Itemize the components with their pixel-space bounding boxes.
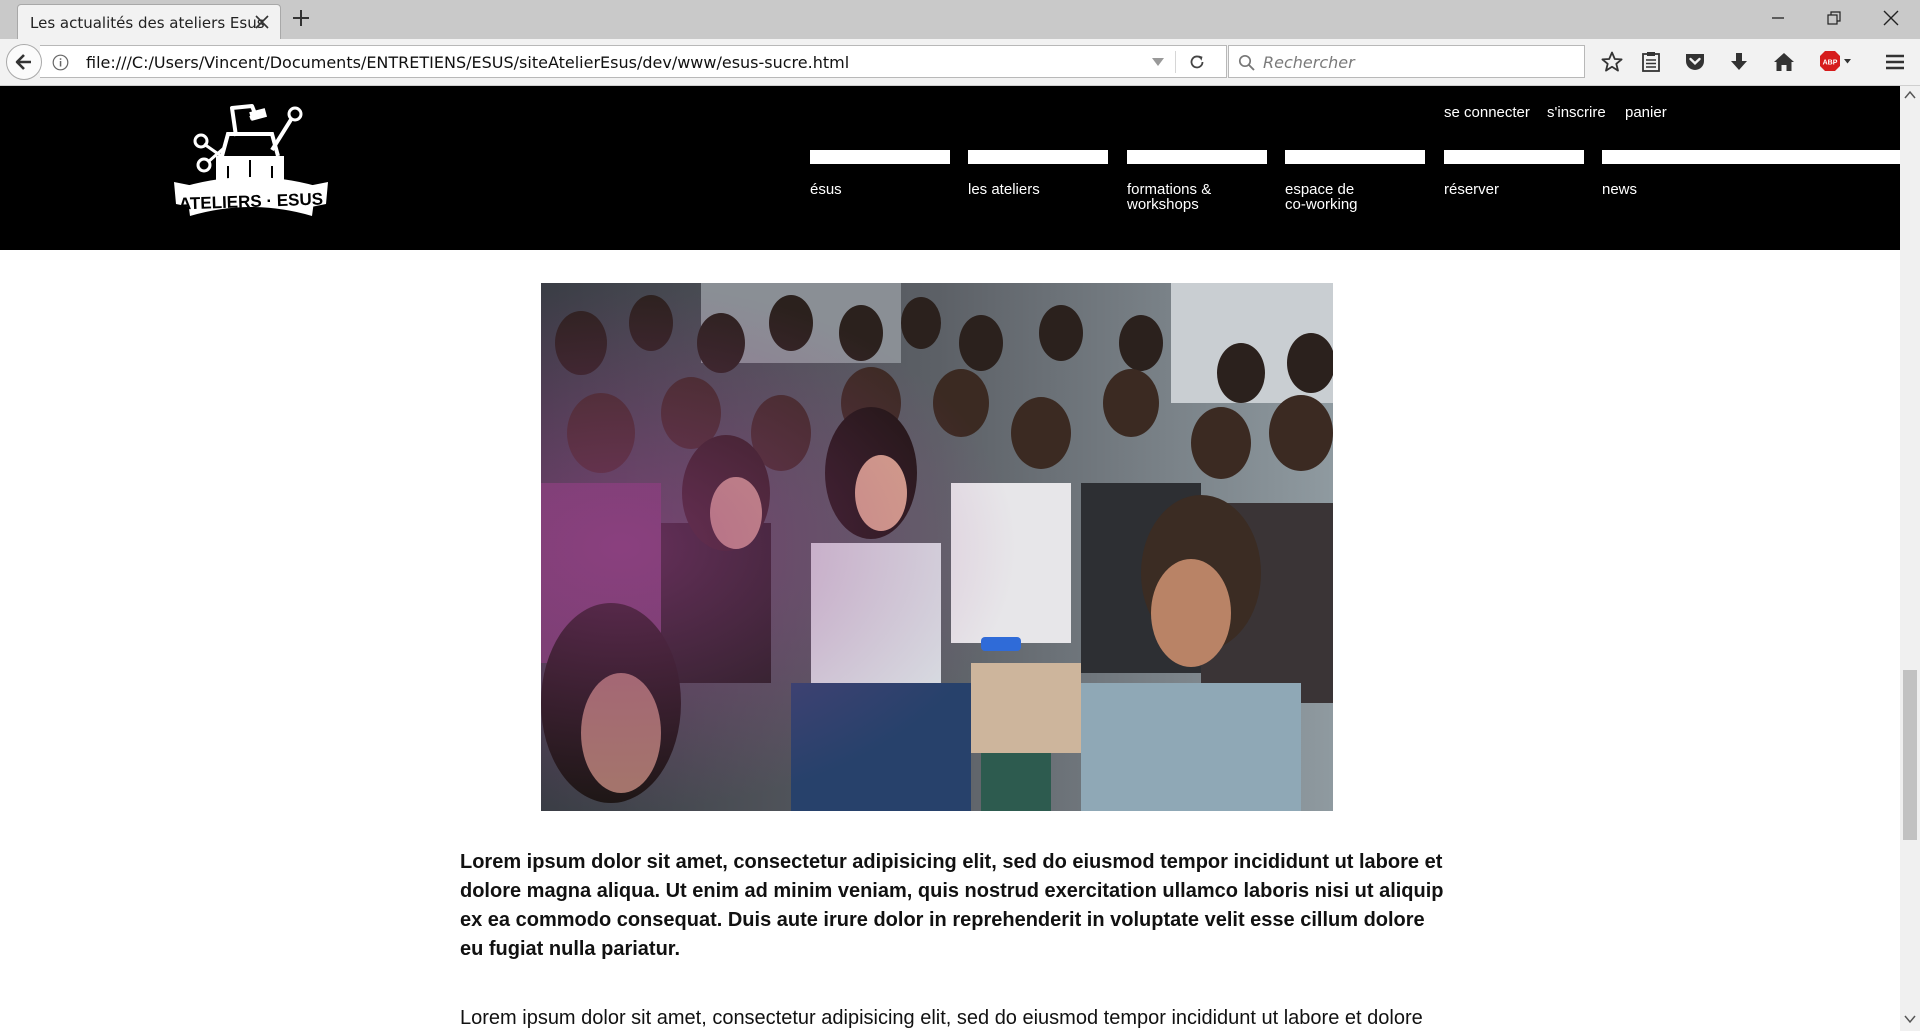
address-bar[interactable]: file:///C:/Users/Vincent/Documents/ENTRE… xyxy=(40,45,1227,78)
tab-title: Les actualités des ateliers Esus xyxy=(30,14,265,32)
nav-bar-block xyxy=(1444,150,1584,164)
url-divider xyxy=(1175,51,1176,73)
nav-bar-block xyxy=(1127,150,1267,164)
nav-item-news[interactable]: news xyxy=(1602,150,1900,230)
nav-item-esus[interactable]: ésus xyxy=(810,150,950,230)
nav-item-les-ateliers[interactable]: les ateliers xyxy=(968,150,1108,230)
login-link[interactable]: se connecter xyxy=(1444,104,1530,121)
nav-bar-block xyxy=(968,150,1108,164)
new-tab-plus-icon[interactable] xyxy=(292,9,310,27)
cart-link[interactable]: panier xyxy=(1625,104,1667,121)
nav-item-espace-coworking[interactable]: espace de co-working xyxy=(1285,150,1425,230)
bookmark-star-icon[interactable] xyxy=(1600,50,1624,74)
signup-link[interactable]: s'inscrire xyxy=(1547,104,1606,121)
nav-label: formations & workshops xyxy=(1127,181,1212,213)
adblock-icon[interactable]: ABP xyxy=(1818,50,1852,74)
home-icon[interactable] xyxy=(1772,50,1796,74)
page-scrollbar[interactable] xyxy=(1900,86,1920,1031)
nav-label: réserver xyxy=(1444,181,1500,198)
reload-icon[interactable] xyxy=(1188,53,1206,71)
nav-label: ésus xyxy=(810,181,842,198)
nav-bar-block xyxy=(1602,150,1900,164)
url-history-dropdown-icon[interactable] xyxy=(1152,58,1164,67)
scroll-up-arrow-icon[interactable] xyxy=(1904,90,1916,100)
scrollbar-thumb[interactable] xyxy=(1903,670,1917,840)
search-input[interactable]: Rechercher xyxy=(1228,45,1585,78)
url-text[interactable]: file:///C:/Users/Vincent/Documents/ENTRE… xyxy=(86,53,849,72)
nav-label: les ateliers xyxy=(968,181,1040,198)
minimize-window-icon[interactable] xyxy=(1767,8,1789,28)
page-viewport: ATELIERS · ESUS se connecter s'inscrire … xyxy=(0,86,1900,1031)
ateliers-esus-logo[interactable]: ATELIERS · ESUS xyxy=(172,104,330,229)
browser-tab[interactable]: Les actualités des ateliers Esus xyxy=(17,4,281,39)
nav-label: news xyxy=(1602,181,1638,198)
close-window-icon[interactable] xyxy=(1880,8,1902,28)
info-icon[interactable] xyxy=(52,54,69,71)
menu-icon[interactable] xyxy=(1883,50,1907,74)
close-tab-icon[interactable] xyxy=(254,14,270,30)
nav-item-formations-workshops[interactable]: formations & workshops xyxy=(1127,150,1267,230)
reading-list-icon[interactable] xyxy=(1639,50,1663,74)
restore-window-icon[interactable] xyxy=(1823,8,1845,28)
nav-bar-block xyxy=(1285,150,1425,164)
search-placeholder: Rechercher xyxy=(1263,53,1355,72)
nav-bar-block xyxy=(810,150,950,164)
search-icon xyxy=(1238,54,1255,71)
scroll-down-arrow-icon[interactable] xyxy=(1904,1014,1916,1024)
back-button[interactable] xyxy=(6,44,42,80)
download-icon[interactable] xyxy=(1727,50,1751,74)
pocket-icon[interactable] xyxy=(1683,50,1707,74)
browser-toolbar: file:///C:/Users/Vincent/Documents/ENTRE… xyxy=(0,39,1920,86)
nav-label: espace de co-working xyxy=(1285,181,1358,213)
browser-tab-strip: Les actualités des ateliers Esus xyxy=(0,0,1920,39)
site-header: ATELIERS · ESUS se connecter s'inscrire … xyxy=(0,86,1900,250)
back-arrow-icon xyxy=(15,54,31,70)
nav-item-reserver[interactable]: réserver xyxy=(1444,150,1584,230)
article-lead-paragraph: Lorem ipsum dolor sit amet, consectetur … xyxy=(460,851,1444,960)
svg-text:ABP: ABP xyxy=(1823,60,1838,67)
article-body-paragraph: Lorem ipsum dolor sit amet, consectetur … xyxy=(460,1007,1423,1029)
article-hero-photo xyxy=(541,283,1333,811)
